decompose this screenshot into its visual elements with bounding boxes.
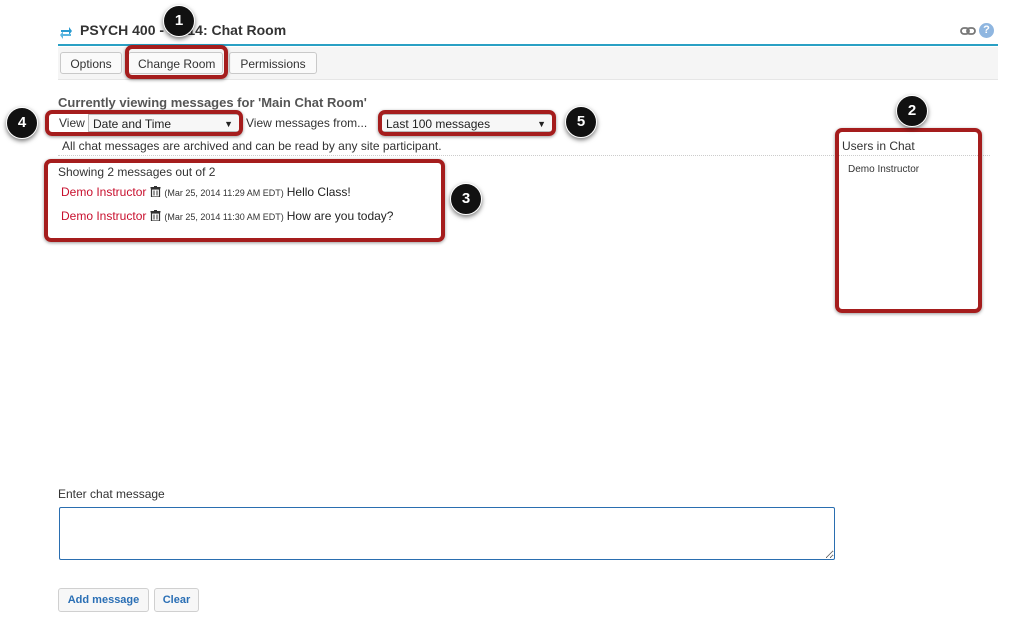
callout-highlight-change-room xyxy=(125,45,228,79)
clear-button[interactable]: Clear xyxy=(154,588,199,612)
view-from-label: View messages from... xyxy=(246,116,368,130)
add-message-button[interactable]: Add message xyxy=(58,588,149,612)
chat-message-input[interactable] xyxy=(59,507,835,560)
callout-highlight-period-select xyxy=(378,110,556,136)
callout-badge-1: 1 xyxy=(163,5,195,37)
chat-input-label: Enter chat message xyxy=(58,487,165,501)
callout-highlight-users xyxy=(835,128,982,313)
room-heading: Currently viewing messages for 'Main Cha… xyxy=(58,95,367,110)
callout-badge-2: 2 xyxy=(896,95,928,127)
callout-badge-3: 3 xyxy=(450,183,482,215)
callout-highlight-messages xyxy=(44,159,445,242)
callout-badge-4: 4 xyxy=(6,107,38,139)
archive-note: All chat messages are archived and can b… xyxy=(62,139,442,153)
permissions-button[interactable]: Permissions xyxy=(229,52,317,74)
callout-highlight-view-select xyxy=(45,110,243,136)
link-icon[interactable] xyxy=(960,25,976,37)
callout-badge-5: 5 xyxy=(565,106,597,138)
options-button[interactable]: Options xyxy=(60,52,122,74)
sync-arrows-icon xyxy=(60,27,72,39)
help-icon[interactable]: ? xyxy=(979,23,994,38)
